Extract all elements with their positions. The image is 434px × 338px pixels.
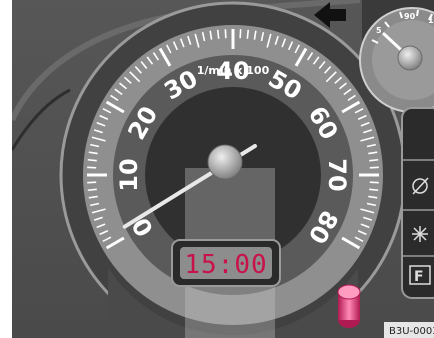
scale-label-70: 70 — [323, 158, 351, 191]
snowflake-icon — [412, 226, 428, 242]
temp-label-90: 90 — [404, 12, 416, 21]
needle-hub — [207, 144, 243, 180]
clock-display-time: 15:00 — [184, 250, 267, 280]
figure-code: B3U-0003 — [389, 326, 434, 337]
reset-button[interactable] — [337, 284, 361, 328]
scale-minor-tick — [369, 158, 379, 162]
tachometer-unit-label: 1/min x 100 — [197, 64, 270, 77]
scale-minor-tick — [369, 188, 379, 192]
scale-minor-tick — [87, 158, 97, 162]
scale-minor-tick — [216, 29, 220, 39]
indicator-panel: F — [401, 107, 434, 299]
scale-minor-tick — [246, 29, 250, 39]
temp-label-1: 1 — [428, 16, 434, 25]
f-icon-label: F — [414, 269, 424, 285]
temp-label-5: 5 — [376, 26, 382, 35]
scale-minor-tick — [87, 188, 97, 192]
instrument-cluster: 0102030 40 50607080 1/min x 100 15:00 5 90… — [0, 0, 434, 338]
scale-label-10: 10 — [115, 158, 143, 191]
